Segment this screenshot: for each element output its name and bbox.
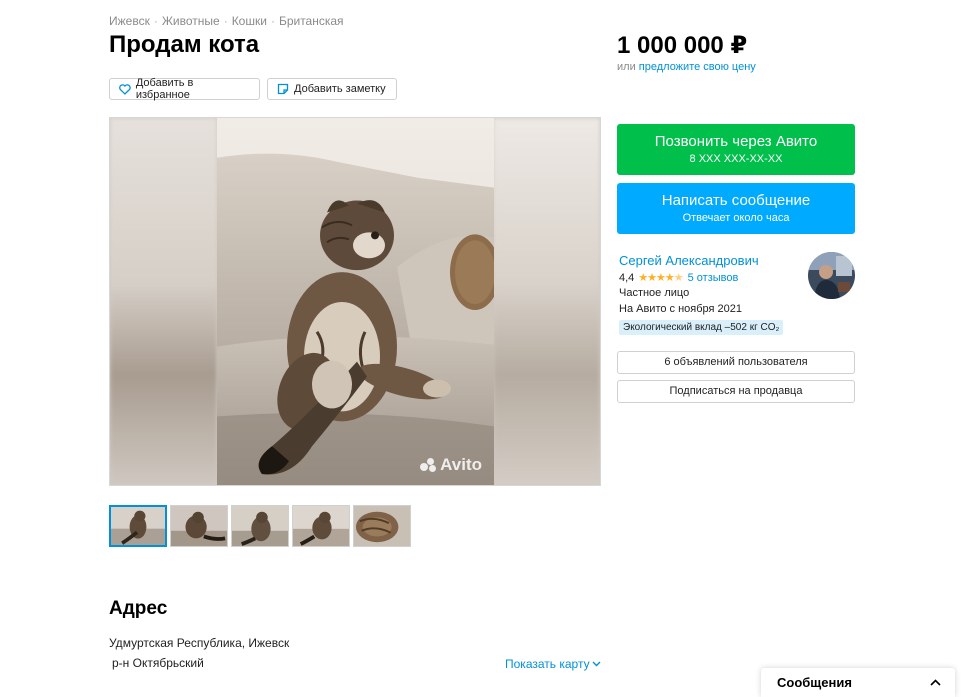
- rating-value: 4,4: [619, 271, 635, 284]
- watermark-text: Avito: [440, 455, 482, 474]
- message-button-label: Написать сообщение: [661, 192, 811, 209]
- breadcrumb-item-animals[interactable]: Животные: [162, 14, 220, 28]
- call-via-avito-button[interactable]: Позвонить через Авито 8 XXX XXX-XX-XX: [617, 124, 855, 175]
- breadcrumb-separator: ·: [153, 14, 158, 28]
- address-region-city: Удмуртская Республика, Ижевск: [109, 636, 290, 650]
- eco-contribution-badge[interactable]: Экологический вклад –502 кг CO₂: [619, 320, 784, 335]
- user-listings-button[interactable]: 6 объявлений пользователя: [617, 351, 855, 374]
- thumbnail-strip: [109, 505, 411, 547]
- chevron-down-icon: [592, 661, 601, 667]
- avito-watermark: Avito: [420, 455, 482, 475]
- reviews-link[interactable]: 5 отзывов: [688, 272, 739, 284]
- thumbnail-5[interactable]: [353, 505, 411, 547]
- add-note-label: Добавить заметку: [294, 83, 386, 95]
- show-map-link[interactable]: Показать карту: [505, 657, 601, 671]
- add-to-favorites-button[interactable]: Добавить в избранное: [109, 77, 260, 101]
- seller-rating: 4,4 ★★★★★ 5 отзывов: [619, 271, 739, 285]
- seller-since: На Авито с ноября 2021: [619, 303, 743, 315]
- gallery-blur-left: [110, 118, 217, 485]
- page-title: Продам кота: [109, 31, 260, 58]
- breadcrumb-separator: ·: [223, 14, 228, 28]
- price-offer-line: или предложите свою цену: [617, 61, 756, 73]
- price: 1 000 000 ₽: [617, 32, 748, 59]
- thumbnail-4[interactable]: [292, 505, 350, 547]
- main-photo[interactable]: [217, 118, 494, 485]
- address-heading: Адрес: [109, 598, 168, 619]
- breadcrumb-item-cats[interactable]: Кошки: [232, 14, 267, 28]
- breadcrumb-item-city[interactable]: Ижевск: [109, 14, 150, 28]
- call-button-phone: 8 XXX XXX-XX-XX: [689, 153, 783, 165]
- add-to-favorites-label: Добавить в избранное: [135, 77, 194, 101]
- address-district: р-н Октябрьский: [112, 656, 204, 670]
- breadcrumb-item-breed[interactable]: Британская: [279, 14, 344, 28]
- write-message-button[interactable]: Написать сообщение Отвечает около часа: [617, 183, 855, 234]
- avito-logo-icon: [420, 458, 438, 472]
- call-button-label: Позвонить через Авито: [654, 133, 818, 150]
- messages-label: Сообщения: [777, 675, 852, 690]
- photo-gallery[interactable]: Avito: [109, 117, 601, 486]
- thumbnail-2[interactable]: [170, 505, 228, 547]
- offer-price-link[interactable]: предложите свою цену: [639, 61, 756, 73]
- seller-name-link[interactable]: Сергей Александрович: [619, 253, 759, 268]
- chevron-up-icon[interactable]: [930, 679, 941, 686]
- rating-stars-icon: ★★★★★: [638, 272, 683, 284]
- subscribe-to-seller-button[interactable]: Подписаться на продавца: [617, 380, 855, 403]
- thumbnail-3[interactable]: [231, 505, 289, 547]
- price-or-text: или: [617, 61, 636, 73]
- breadcrumb: Ижевск · Животные · Кошки · Британская: [109, 14, 344, 28]
- breadcrumb-separator: ·: [270, 14, 275, 28]
- seller-type: Частное лицо: [619, 287, 690, 299]
- add-note-button[interactable]: Добавить заметку: [267, 78, 397, 100]
- gallery-blur-right: [493, 118, 600, 485]
- message-button-subtitle: Отвечает около часа: [682, 212, 790, 224]
- thumbnail-1[interactable]: [109, 505, 167, 547]
- avatar[interactable]: [808, 252, 855, 299]
- heart-icon: [119, 83, 131, 95]
- note-icon: [277, 83, 289, 95]
- show-map-label: Показать карту: [505, 657, 590, 671]
- messages-widget[interactable]: Сообщения: [761, 668, 955, 697]
